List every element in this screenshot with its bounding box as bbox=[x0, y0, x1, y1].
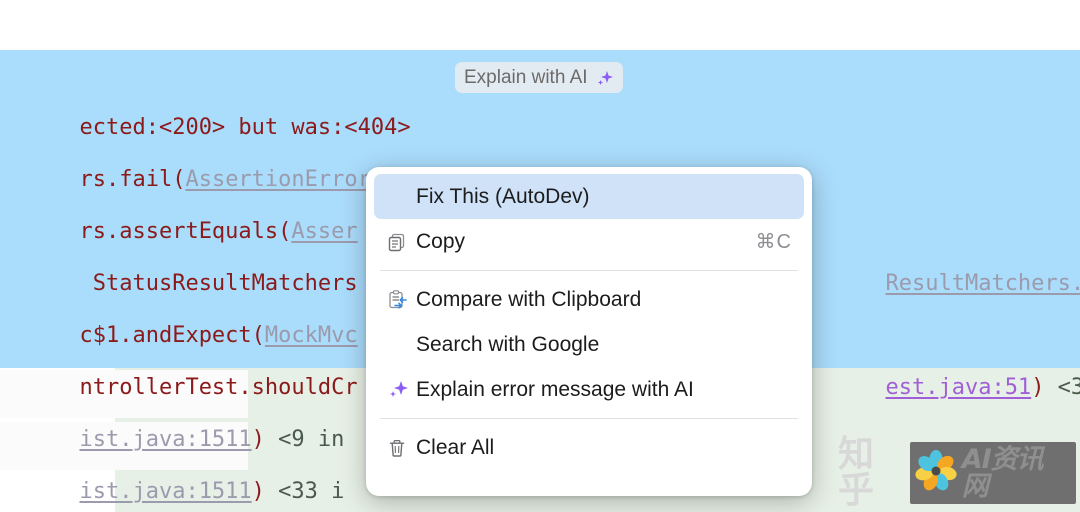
menu-separator bbox=[380, 270, 798, 271]
explain-with-ai-chip[interactable]: Explain with AI bbox=[455, 62, 623, 93]
copy-icon bbox=[386, 229, 416, 255]
menu-item-shortcut: ⌘C bbox=[755, 231, 792, 253]
menu-item-label: Clear All bbox=[416, 435, 495, 459]
menu-item-explain-error-message-with-ai[interactable]: Explain error message with AI bbox=[374, 367, 804, 412]
explain-with-ai-label: Explain with AI bbox=[464, 66, 588, 88]
menu-item-label: Search with Google bbox=[416, 332, 600, 356]
menu-item-label: Copy bbox=[416, 229, 466, 253]
console-line[interactable]: rs.fail(AssertionErrors.java:59) bbox=[0, 102, 1080, 192]
screenshot-root: ected:<200> but was:<404> rs.fail(Assert… bbox=[0, 0, 1080, 512]
menu-item-compare-with-clipboard[interactable]: Compare with Clipboard bbox=[374, 277, 804, 322]
clipboard-compare-icon bbox=[386, 287, 416, 313]
menu-item-label: Fix This (AutoDev) bbox=[416, 184, 590, 208]
console-line-tail[interactable]: est.java:51) <31 bbox=[806, 310, 1080, 400]
menu-item-fix-this-autodev[interactable]: Fix This (AutoDev) bbox=[374, 174, 804, 219]
menu-item-clear-all[interactable]: Clear All bbox=[374, 425, 804, 470]
console-line-tail[interactable]: ResultMatchers.j bbox=[806, 206, 1080, 296]
menu-item-copy[interactable]: Copy ⌘C bbox=[374, 219, 804, 264]
sparkle-icon bbox=[594, 68, 614, 88]
menu-item-icon-placeholder bbox=[386, 332, 416, 358]
context-menu[interactable]: Fix This (AutoDev) Copy ⌘C Compare with … bbox=[366, 167, 812, 496]
trash-icon bbox=[386, 435, 416, 461]
menu-item-label: Explain error message with AI bbox=[416, 377, 694, 401]
menu-item-icon-placeholder bbox=[386, 184, 416, 210]
sparkle-icon bbox=[386, 377, 416, 403]
menu-separator bbox=[380, 418, 798, 419]
menu-item-label: Compare with Clipboard bbox=[416, 287, 642, 311]
menu-item-search-with-google[interactable]: Search with Google bbox=[374, 322, 804, 367]
